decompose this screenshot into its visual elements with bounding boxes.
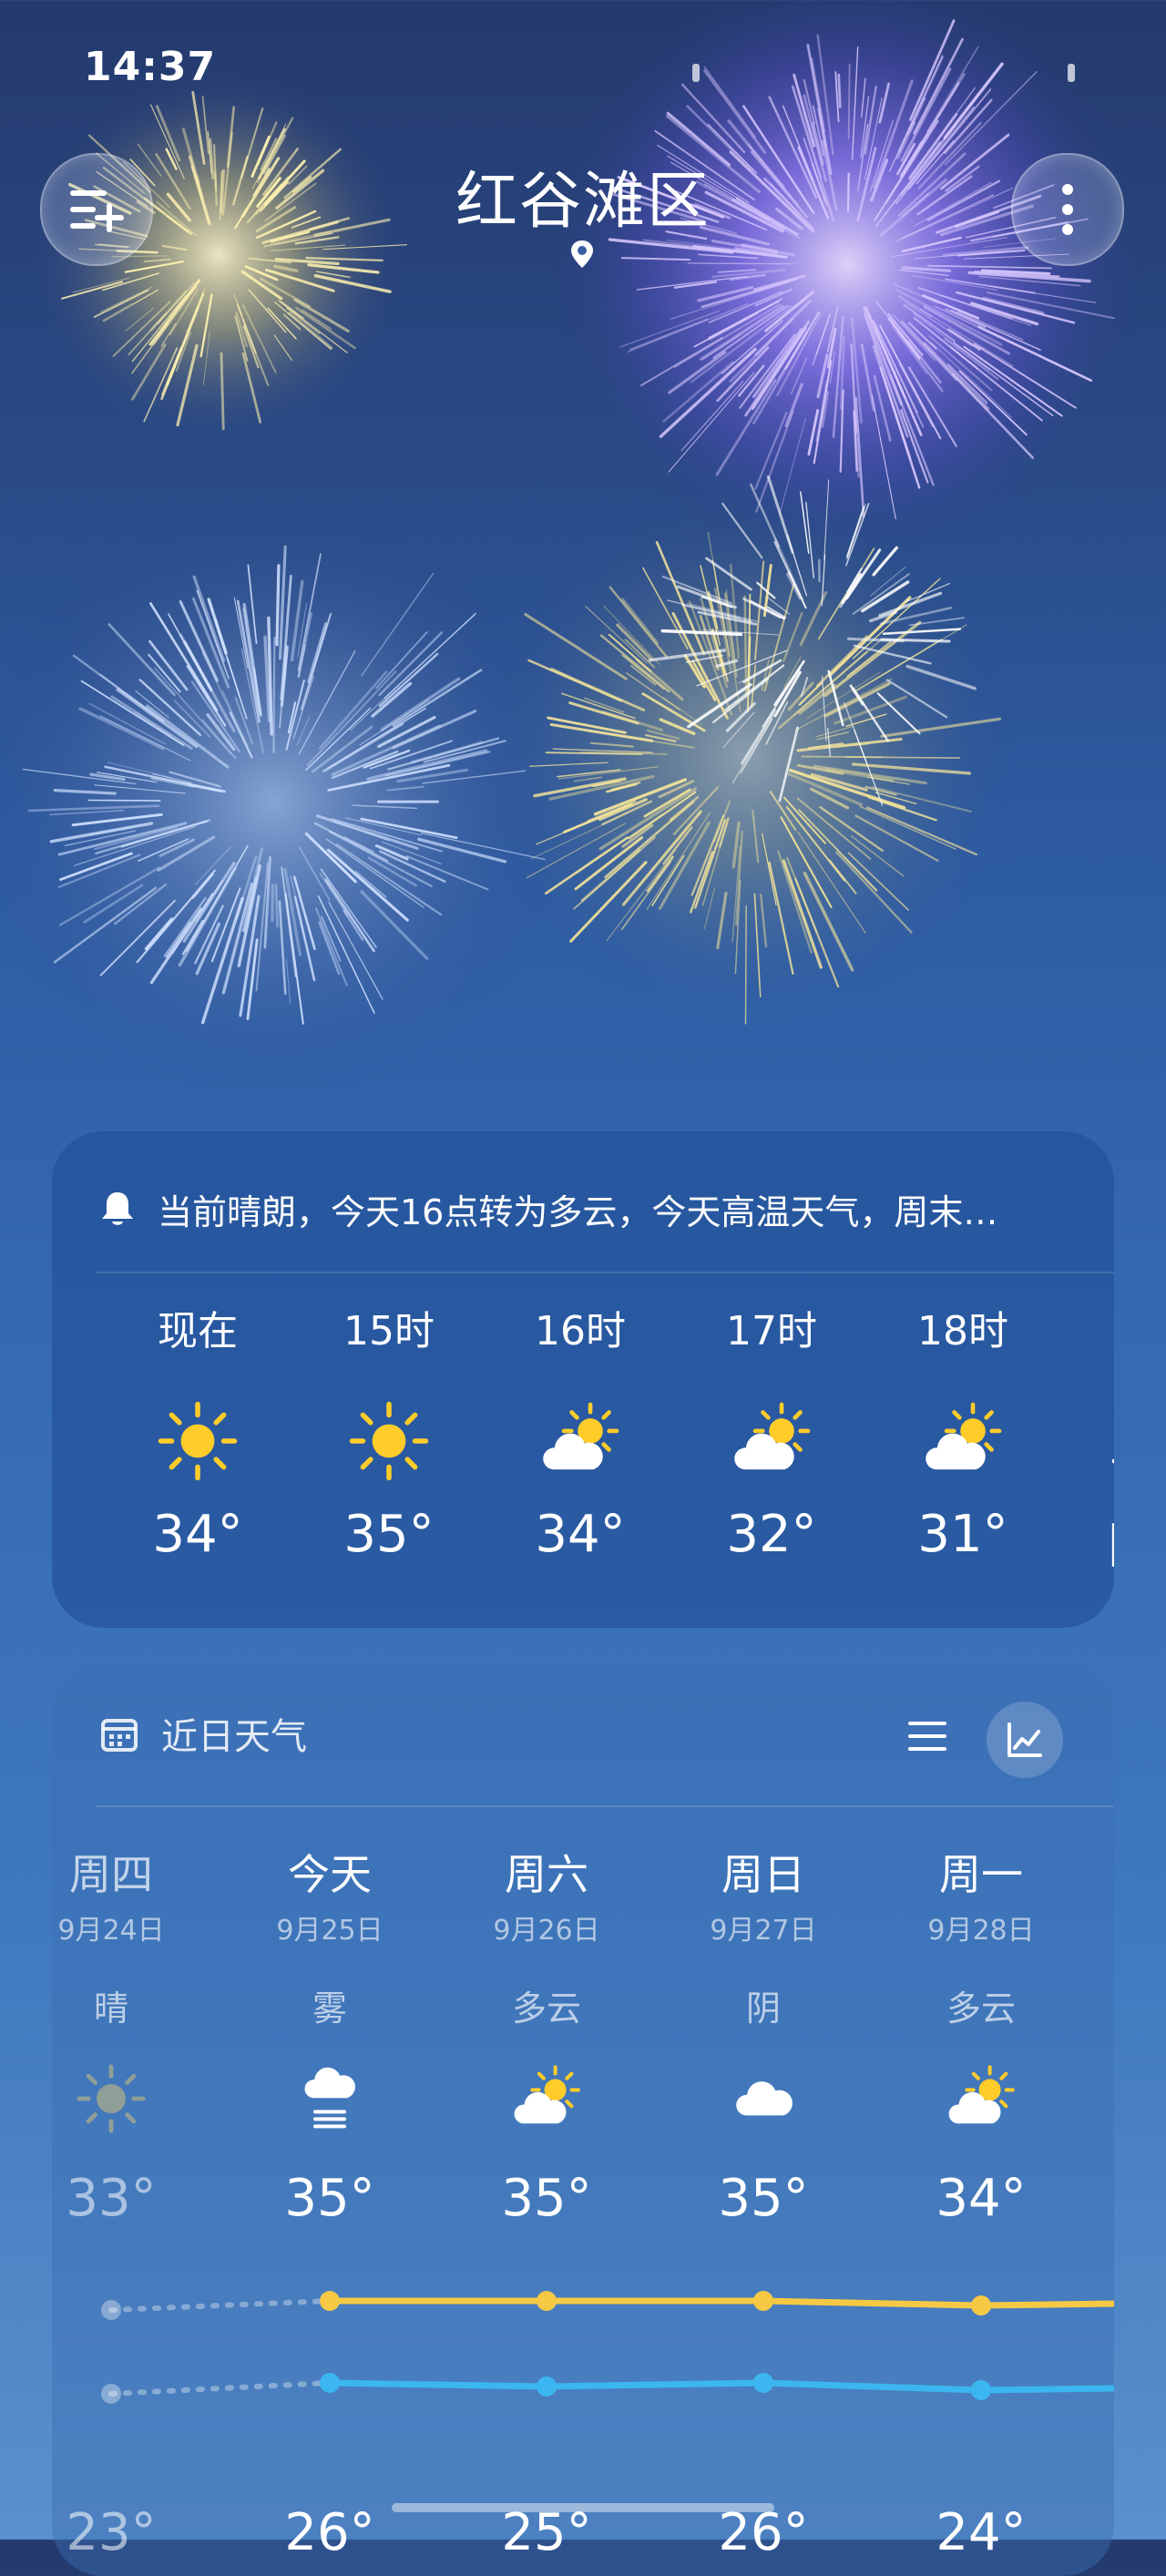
- day-column[interactable]: 今天 9月25日雾 35°: [230, 1847, 430, 2228]
- high-temperature-point: [971, 2295, 991, 2315]
- divider: [96, 1272, 1114, 1273]
- hour-column[interactable]: 现在 34°: [102, 1304, 293, 1564]
- day-condition: 雾: [230, 1980, 430, 2030]
- day-column[interactable]: 周一 9月28日多云 34°: [881, 1847, 1081, 2228]
- hour-temperature: 34°: [485, 1505, 676, 1564]
- hour-label: 18:: [1059, 1304, 1114, 1359]
- day-condition: 阴: [663, 1980, 864, 2030]
- day-condition: 多云: [881, 1980, 1081, 2030]
- low-temperature-past-segment: [111, 2383, 330, 2394]
- hour-label: 18时: [867, 1304, 1059, 1359]
- more-options-button[interactable]: [1011, 153, 1124, 266]
- location-pin-icon: [568, 239, 596, 273]
- high-temperature-point: [101, 2300, 121, 2320]
- day-date: 9月28日: [881, 1907, 1081, 1947]
- hour-column[interactable]: 16时 34°: [485, 1304, 676, 1564]
- day-high-temperature: 35°: [446, 2169, 647, 2228]
- day-high-temperature: 35°: [663, 2169, 864, 2228]
- high-temperature-point: [537, 2291, 557, 2311]
- sun-icon: [102, 1395, 293, 1487]
- hour-column[interactable]: 15时 35°: [293, 1304, 485, 1564]
- day-name: 周一: [881, 1847, 1081, 1902]
- day-date: 9月26日: [446, 1907, 647, 1947]
- alert-text: 当前晴朗，今天16点转为多云，今天高温天气，周末…: [158, 1184, 997, 1234]
- day-high-temperature: 33°: [52, 2169, 211, 2228]
- partly-cloudy-icon: [485, 1395, 676, 1487]
- high-temperature-point: [320, 2291, 340, 2311]
- day-name: 周日: [663, 1847, 864, 1902]
- high-temperature-line: [330, 2301, 1114, 2305]
- daily-title: 近日天气: [161, 1707, 307, 1760]
- day-low-temperature: 23°: [52, 2503, 211, 2562]
- day-high-temperature: 34°: [881, 2169, 1081, 2228]
- hour-temperature: 32°: [676, 1505, 867, 1564]
- hour-label: 17时: [676, 1304, 867, 1359]
- calendar-icon: [99, 1713, 139, 1753]
- hour-label: 现在: [102, 1304, 293, 1359]
- list-view-icon: [906, 1715, 948, 1757]
- day-high-temperature: 35°: [230, 2169, 430, 2228]
- divider: [96, 1805, 1114, 1807]
- low-temperature-point: [971, 2380, 991, 2400]
- hour-temperature: 31°: [867, 1505, 1059, 1564]
- day-date: 9月24日: [52, 1907, 211, 1947]
- sun-icon: [52, 2058, 211, 2140]
- day-name: 周四: [52, 1847, 211, 1902]
- fog-icon: [230, 2058, 430, 2140]
- day-low-temperature: 24°: [881, 2503, 1081, 2562]
- city-name[interactable]: 红谷滩区: [0, 150, 1166, 240]
- sun-icon: [293, 1395, 485, 1487]
- day-name: 周六: [446, 1847, 647, 1902]
- day-column[interactable]: 周四 9月24日晴 33°: [52, 1847, 211, 2228]
- day-date: 9月27日: [663, 1907, 864, 1947]
- hour-temperature: 34°: [102, 1505, 293, 1564]
- daily-header: 近日天气: [99, 1706, 307, 1761]
- partly-cloudy-icon: [867, 1395, 1059, 1487]
- bell-icon: [97, 1189, 138, 1229]
- low-temperature-point: [537, 2377, 557, 2397]
- cloud-icon: [663, 2058, 864, 2140]
- weather-alert[interactable]: 当前晴朗，今天16点转为多云，今天高温天气，周末…: [97, 1181, 1078, 1236]
- line-chart-icon: [1006, 1721, 1044, 1759]
- day-column[interactable]: 周六 9月26日多云 35°: [446, 1847, 647, 2228]
- day-name: 今天: [230, 1847, 430, 1902]
- low-temperature-point: [753, 2373, 773, 2393]
- high-temperature-past-segment: [111, 2301, 330, 2310]
- hour-label: 16时: [485, 1304, 676, 1359]
- hour-column[interactable]: 18时 31°: [867, 1304, 1059, 1564]
- list-view-button[interactable]: [906, 1715, 948, 1761]
- hour-label: 15时: [293, 1304, 485, 1359]
- chart-view-button[interactable]: [987, 1702, 1063, 1778]
- partly-cloudy-icon: [881, 2058, 1081, 2140]
- more-vertical-icon: [1059, 180, 1077, 239]
- day-condition: 晴: [52, 1980, 211, 2030]
- high-temperature-point: [753, 2291, 773, 2311]
- hour-column[interactable]: 17时 32°: [676, 1304, 867, 1564]
- status-indicator-icon: [692, 64, 700, 82]
- hour-temperature: 日落: [1059, 1505, 1114, 1579]
- day-column[interactable]: 周日 9月27日阴 35°: [663, 1847, 864, 2228]
- daily-forecast-card[interactable]: 近日天气 周四9月24日晴33°23°今天9月25日雾35°26°周六9月26日…: [52, 1665, 1114, 2576]
- day-date: 9月25日: [230, 1907, 430, 1947]
- hour-temperature: 35°: [293, 1505, 485, 1564]
- partly-cloudy-icon: [446, 2058, 647, 2140]
- low-temperature-line: [330, 2383, 1114, 2390]
- status-indicator-icon: [1068, 64, 1075, 82]
- low-temperature-point: [320, 2373, 340, 2393]
- hour-column[interactable]: 18: 日落: [1059, 1304, 1114, 1579]
- status-time: 14:37: [84, 44, 216, 90]
- sunset-icon: [1059, 1395, 1114, 1487]
- hourly-forecast-card[interactable]: 当前晴朗，今天16点转为多云，今天高温天气，周末… 现在34°15时35°16时…: [52, 1131, 1114, 1628]
- low-temperature-point: [101, 2384, 121, 2404]
- partly-cloudy-icon: [676, 1395, 867, 1487]
- day-condition: 多云: [446, 1980, 647, 2030]
- home-indicator[interactable]: [392, 2503, 774, 2512]
